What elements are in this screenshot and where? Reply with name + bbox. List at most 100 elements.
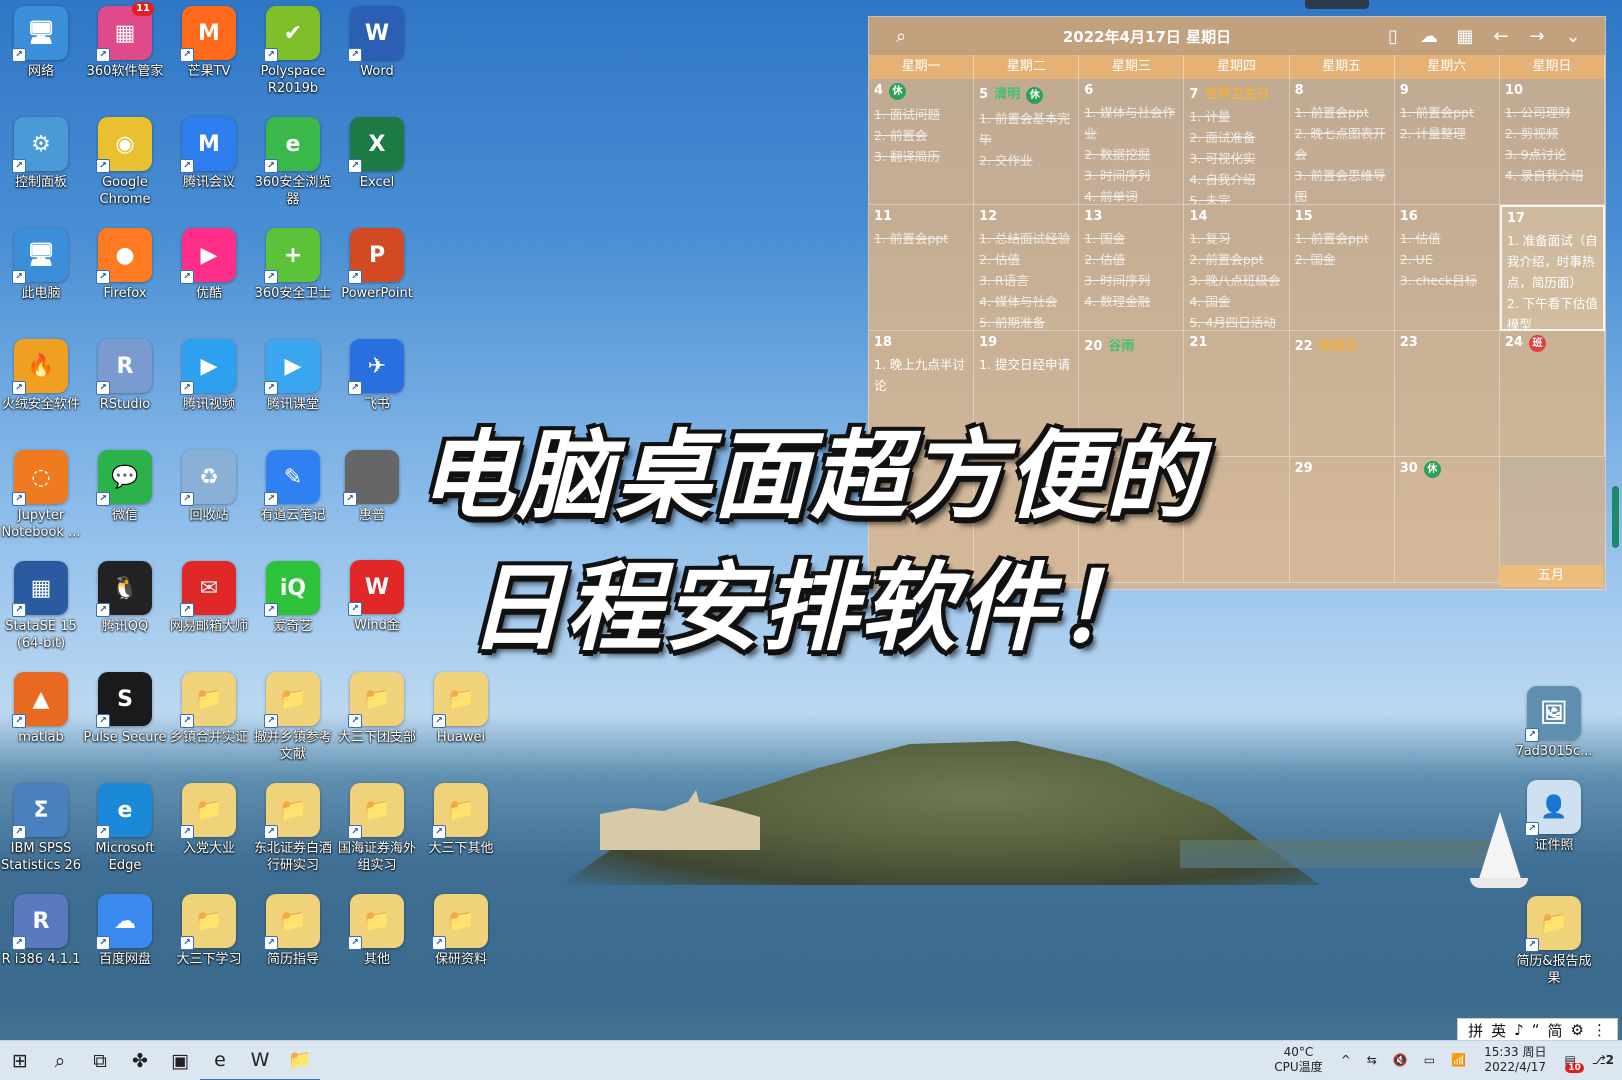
task-item[interactable]: 1. 复习 bbox=[1189, 228, 1283, 249]
task-item[interactable]: 1. 前置会ppt bbox=[1295, 102, 1389, 123]
desktop-icon-excel[interactable]: X ↗ Excel bbox=[335, 117, 419, 191]
start-button[interactable]: ⊞ bbox=[0, 1041, 40, 1080]
task-item[interactable]: 4. 媒体与社会 bbox=[979, 291, 1073, 312]
ime-button[interactable]: ♪ bbox=[1514, 1021, 1524, 1039]
task-item[interactable]: 2. 国金 bbox=[1295, 249, 1389, 270]
desktop-icon-大三下其他[interactable]: 📁 ↗ 大三下其他 bbox=[419, 783, 503, 857]
task-item[interactable]: 4. 数理金融 bbox=[1084, 291, 1178, 312]
calendar-day-6[interactable]: 6 1. 媒体与社会作业 2. 数据挖掘 3. 时间序列 4. 前单词 bbox=[1079, 79, 1185, 205]
calendar-day-15[interactable]: 15 1. 前置会ppt 2. 国金 bbox=[1289, 205, 1395, 331]
desktop-icon-google-chrome[interactable]: ◉ ↗ Google Chrome bbox=[83, 117, 167, 208]
task-item[interactable]: 5. 前期准备 bbox=[979, 312, 1073, 330]
task-item[interactable]: 4. 国金 bbox=[1189, 291, 1283, 312]
calendar-day-4[interactable]: 4 休 1. 面试问题 2. 前置会 3. 翻译简历 bbox=[869, 79, 975, 205]
task-item[interactable]: 2. 前置会ppt bbox=[1189, 249, 1283, 270]
task-item[interactable]: 4. 自我介绍 bbox=[1189, 169, 1283, 190]
task-item[interactable]: 3. check目标 bbox=[1400, 270, 1494, 291]
task-item[interactable]: 1. 总结面试经验 bbox=[979, 228, 1073, 249]
ime-button[interactable]: 英 bbox=[1491, 1020, 1506, 1041]
desktop-icon-r-i386-4-1-1[interactable]: R ↗ R i386 4.1.1 bbox=[0, 894, 83, 968]
arrow-left-icon[interactable]: ← bbox=[1483, 26, 1519, 47]
desktop-icon-百度网盘[interactable]: ☁ ↗ 百度网盘 bbox=[83, 894, 167, 968]
task-item[interactable]: 3. 前置会思维导图 bbox=[1295, 165, 1389, 204]
battery-icon[interactable]: ▭ bbox=[1424, 1053, 1435, 1067]
ime-button[interactable]: 拼 bbox=[1468, 1020, 1483, 1041]
top-drop-handle[interactable] bbox=[1305, 0, 1369, 9]
task-item[interactable]: 3. 9点讨论 bbox=[1505, 144, 1599, 165]
calendar-icon[interactable]: ▦ bbox=[1447, 26, 1483, 47]
calendar-day-11[interactable]: 11 1. 前置会ppt bbox=[869, 205, 975, 331]
widget-button[interactable]: ✤ bbox=[120, 1041, 160, 1080]
task-item[interactable]: 1. 公司理财 bbox=[1505, 102, 1599, 123]
explorer-app[interactable]: 📁 bbox=[280, 1041, 320, 1080]
task-item[interactable]: 2. 计量整理 bbox=[1400, 123, 1494, 144]
search-button[interactable]: ⌕ bbox=[40, 1041, 80, 1080]
wifi-icon[interactable]: 📶 bbox=[1451, 1053, 1466, 1067]
task-item[interactable]: 2. 交作业 bbox=[979, 150, 1073, 171]
task-item[interactable]: 1. 前置会基本完毕 bbox=[979, 108, 1073, 150]
desktop-icon-简历指导[interactable]: 📁 ↗ 简历指导 bbox=[251, 894, 335, 968]
arrow-right-icon[interactable]: → bbox=[1519, 26, 1555, 47]
calendar-day-12[interactable]: 12 1. 总结面试经验 2. 估值 3. R语言 4. 媒体与社会 5. 前期准备 bbox=[974, 205, 1080, 331]
task-item[interactable]: 1. 前置会ppt bbox=[874, 228, 968, 249]
task-item[interactable]: 1. 准备面试（自我介绍，时事热点，简历面） bbox=[1507, 230, 1598, 293]
desktop-icon-matlab[interactable]: ▲ ↗ matlab bbox=[0, 672, 83, 746]
calendar-day-17[interactable]: 17 1. 准备面试（自我介绍，时事热点，简历面） 2. 下午看下估值模型 bbox=[1499, 205, 1605, 331]
calendar-day-7[interactable]: 7 世界卫生日 1. 计量 2. 面试准备 3. 可视化实 4. 自我介绍 5. 未完 bbox=[1184, 79, 1290, 205]
tray-expand-icon[interactable]: ^ bbox=[1341, 1053, 1351, 1067]
cloud-icon[interactable]: ☁ bbox=[1411, 26, 1447, 47]
edge-app[interactable]: e bbox=[200, 1041, 240, 1080]
ime-toolbar[interactable]: 拼英 ♪ “ 简 ⚙ ⋮ bbox=[1457, 1018, 1618, 1042]
task-item[interactable]: 1. 前置会ppt bbox=[1400, 102, 1494, 123]
task-item[interactable]: 3. 翻译简历 bbox=[874, 146, 968, 167]
word-app[interactable]: W bbox=[240, 1041, 280, 1080]
task-item[interactable]: 2. 面试准备 bbox=[1189, 127, 1283, 148]
desktop-icon-乡镇合并实证[interactable]: 📁 ↗ 乡镇合并实证 bbox=[167, 672, 251, 746]
task-item[interactable]: 2. 剪视频 bbox=[1505, 123, 1599, 144]
desktop-icon-360软件管家[interactable]: ▦ ↗ 11 360软件管家 bbox=[83, 2, 167, 80]
task-item[interactable]: 2. 晚七点图表开会 bbox=[1295, 123, 1389, 165]
desktop-icon-控制面板[interactable]: ⚙ ↗ 控制面板 bbox=[0, 117, 83, 191]
task-item[interactable]: 1. 国金 bbox=[1084, 228, 1178, 249]
task-view-button[interactable]: ⧉ bbox=[80, 1041, 120, 1080]
calendar-day-14[interactable]: 14 1. 复习 2. 前置会ppt 3. 晚八点班级会 4. 国金 5. 4月四日活动 bbox=[1184, 205, 1290, 331]
cpu-temp[interactable]: 40°C CPU温度 bbox=[1274, 1045, 1322, 1075]
virtual-desktop-icon[interactable]: ⎇2 bbox=[1592, 1053, 1614, 1067]
task-item[interactable]: 1. 估值 bbox=[1400, 228, 1494, 249]
desktop-icon-国海证券海外组实习[interactable]: 📁 ↗ 国海证券海外组实习 bbox=[335, 783, 419, 874]
desktop-icon-腾讯会议[interactable]: M ↗ 腾讯会议 bbox=[167, 117, 251, 191]
task-item[interactable]: 1. 计量 bbox=[1189, 106, 1283, 127]
desktop-icon-优酷[interactable]: ▶ ↗ 优酷 bbox=[167, 228, 251, 302]
task-item[interactable]: 1. 面试问题 bbox=[874, 104, 968, 125]
ime-button[interactable]: 简 bbox=[1548, 1020, 1563, 1041]
notification-icon[interactable]: ▤ 10 bbox=[1564, 1053, 1584, 1073]
task-item[interactable]: 4. 前单词 bbox=[1084, 186, 1178, 204]
desktop-icon-保研资料[interactable]: 📁 ↗ 保研资料 bbox=[419, 894, 503, 968]
desktop-icon-此电脑[interactable]: 🖥 ↗ 此电脑 bbox=[0, 228, 83, 302]
ime-button[interactable]: ⋮ bbox=[1592, 1021, 1607, 1039]
side-scroll-indicator[interactable] bbox=[1612, 486, 1619, 548]
calendar-day-13[interactable]: 13 1. 国金 2. 估值 3. 时间序列 4. 数理金融 bbox=[1079, 205, 1185, 331]
clock[interactable]: 15:33 周日 2022/4/17 bbox=[1484, 1045, 1546, 1075]
task-item[interactable]: 1. 提交日经申请 bbox=[979, 354, 1073, 375]
task-item[interactable]: 1. 前置会ppt bbox=[1295, 228, 1389, 249]
desktop-icon-大三下团支部[interactable]: 📁 ↗ 大三下团支部 bbox=[335, 672, 419, 746]
network-toggle-icon[interactable]: ⇆ bbox=[1367, 1053, 1377, 1067]
desktop-icon-芒果tv[interactable]: M ↗ 芒果TV bbox=[167, 6, 251, 80]
desktop-icon-证件照[interactable]: 👤 ↗ 证件照 bbox=[1512, 780, 1596, 854]
calendar-day-9[interactable]: 9 1. 前置会ppt 2. 计量整理 bbox=[1394, 79, 1500, 205]
calendar-day-10[interactable]: 10 1. 公司理财 2. 剪视频 3. 9点讨论 4. 录自我介绍 bbox=[1499, 79, 1605, 205]
desktop-icon-word[interactable]: W ↗ Word bbox=[335, 6, 419, 80]
desktop-icon-ibm-spss-statistics-26[interactable]: Σ ↗ IBM SPSS Statistics 26 bbox=[0, 783, 83, 874]
task-item[interactable]: 2. 前置会 bbox=[874, 125, 968, 146]
desktop-icon-入党大业[interactable]: 📁 ↗ 入党大业 bbox=[167, 783, 251, 857]
chevron-down-icon[interactable]: ⌄ bbox=[1555, 26, 1591, 47]
desktop-icon-大三下学习[interactable]: 📁 ↗ 大三下学习 bbox=[167, 894, 251, 968]
volume-icon[interactable]: 🔇 bbox=[1393, 1053, 1408, 1067]
search-icon[interactable]: ⌕ bbox=[883, 26, 919, 47]
task-item[interactable]: 1. 晚上九点半讨论 bbox=[874, 354, 968, 396]
task-item[interactable]: 4. 录自我介绍 bbox=[1505, 165, 1599, 186]
task-item[interactable]: 3. 可视化实 bbox=[1189, 148, 1283, 169]
ime-button[interactable]: “ bbox=[1532, 1021, 1540, 1039]
task-item[interactable]: 1. 媒体与社会作业 bbox=[1084, 102, 1178, 144]
